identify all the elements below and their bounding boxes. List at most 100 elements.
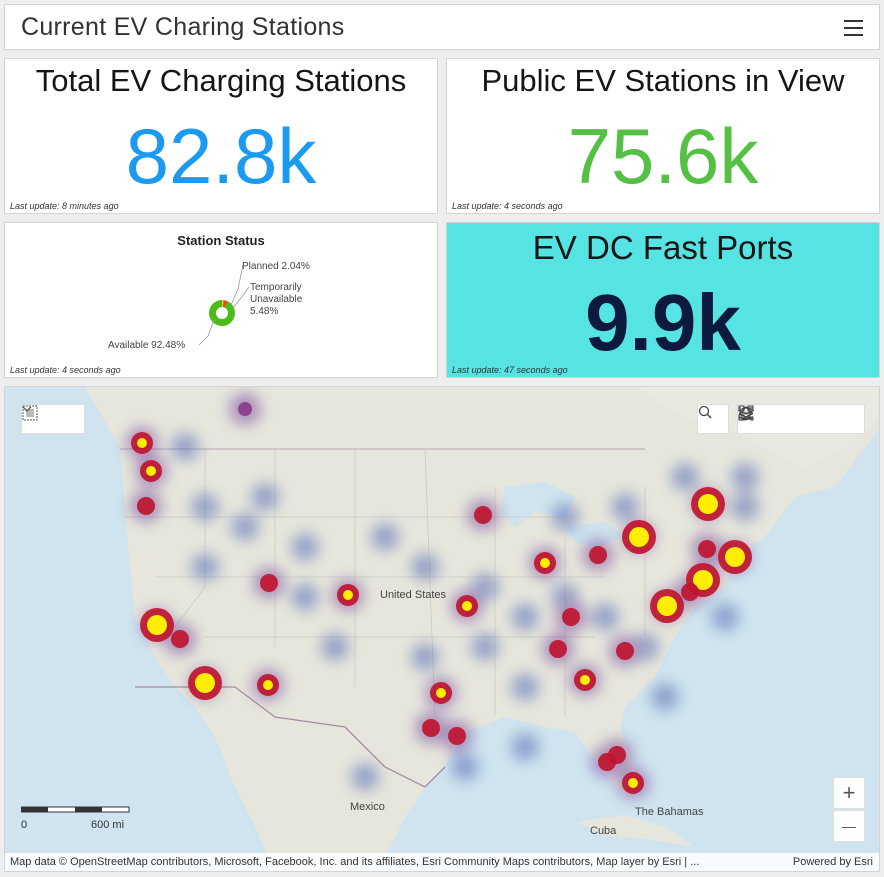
heat-hotspot	[474, 506, 492, 524]
dashboard-title: Current EV Charing Stations	[21, 12, 345, 41]
last-update-text: Last update: 4 seconds ago	[452, 201, 563, 211]
heat-haze	[551, 503, 579, 531]
scale-bar: 0 600 mi	[21, 805, 131, 835]
indicator-title: EV DC Fast Ports	[532, 229, 794, 266]
heat-core	[540, 558, 550, 568]
heat-hotspot	[260, 574, 278, 592]
zoom-out-button[interactable]: —	[833, 810, 865, 842]
slice-label-planned: Planned 2.04%	[242, 261, 310, 272]
label-bahamas: The Bahamas	[635, 806, 704, 818]
heat-haze	[591, 603, 619, 631]
heat-haze	[411, 553, 439, 581]
qr-code-icon[interactable]	[738, 405, 754, 421]
heat-core	[263, 680, 273, 690]
heat-haze	[411, 643, 439, 671]
menu-icon[interactable]	[844, 20, 863, 36]
heat-core	[462, 601, 472, 611]
heat-haze	[291, 533, 319, 561]
heat-core	[137, 438, 147, 448]
heat-haze	[371, 523, 399, 551]
total-stations-indicator: Total EV Charging Stations 82.8k Last up…	[4, 58, 438, 214]
dc-fast-ports-indicator: EV DC Fast Ports 9.9k Last update: 47 se…	[446, 222, 880, 378]
station-status-chart: Station Status Planned 2.04% Temporarily…	[4, 222, 438, 378]
heat-core	[629, 527, 649, 547]
map-attribution: Map data © OpenStreetMap contributors, M…	[5, 853, 879, 871]
heat-haze	[251, 483, 279, 511]
heat-hotspot	[137, 497, 155, 515]
slice-label-temp-2: Unavailable	[250, 294, 303, 305]
last-update-text: Last update: 47 seconds ago	[452, 365, 568, 375]
heat-core	[725, 547, 745, 567]
slice-label-temp-1: Temporarily	[250, 282, 302, 293]
heat-haze	[511, 673, 539, 701]
map-toolbar	[737, 404, 865, 434]
heat-haze	[731, 463, 759, 491]
heat-core	[657, 596, 677, 616]
label-cuba: Cuba	[590, 825, 617, 837]
heat-hotspot	[238, 402, 252, 416]
leader-line	[232, 286, 250, 309]
heat-core	[343, 590, 353, 600]
basemap-toggle[interactable]	[21, 404, 85, 434]
heat-hotspot	[422, 719, 440, 737]
scale-bar-graphic	[21, 806, 130, 813]
heat-haze	[231, 513, 259, 541]
heat-haze	[191, 493, 219, 521]
indicator-value: 82.8k	[125, 112, 317, 200]
indicator-value: 9.9k	[585, 278, 741, 367]
indicator-value: 75.6k	[567, 112, 759, 200]
zoom-in-button[interactable]: +	[833, 777, 865, 809]
indicator-title: Total EV Charging Stations	[35, 63, 407, 98]
heat-haze	[511, 733, 539, 761]
scale-label-start: 0	[21, 819, 28, 831]
heat-core	[436, 688, 446, 698]
leader-line	[198, 319, 215, 346]
heat-hotspot	[562, 608, 580, 626]
heat-haze	[351, 763, 379, 791]
search-button[interactable]	[697, 404, 729, 434]
heat-haze	[671, 463, 699, 491]
heat-core	[580, 675, 590, 685]
heat-hotspot	[598, 753, 616, 771]
heat-haze	[471, 633, 499, 661]
heat-haze	[321, 633, 349, 661]
heat-hotspot	[589, 546, 607, 564]
heat-core	[146, 466, 156, 476]
label-united-states: United States	[380, 589, 447, 601]
heat-hotspot	[171, 630, 189, 648]
heat-haze	[651, 683, 679, 711]
heat-core	[628, 778, 638, 788]
heat-haze	[611, 493, 639, 521]
heat-haze	[511, 603, 539, 631]
heat-hotspot	[616, 642, 634, 660]
heat-core	[147, 615, 167, 635]
heat-hotspot	[448, 727, 466, 745]
slice-label-available: Available 92.48%	[108, 340, 185, 351]
heat-hotspot	[698, 540, 716, 558]
powered-by-esri[interactable]: Powered by Esri	[793, 856, 873, 868]
heat-core	[698, 494, 718, 514]
heat-haze	[451, 753, 479, 781]
public-stations-indicator: Public EV Stations in View 75.6k Last up…	[446, 58, 880, 214]
search-icon	[698, 405, 712, 419]
heat-haze	[711, 603, 739, 631]
dashboard-header: Current EV Charing Stations	[4, 4, 880, 50]
attribution-text: Map data © OpenStreetMap contributors, M…	[10, 856, 700, 868]
heat-haze	[191, 553, 219, 581]
scale-label-end: 600 mi	[91, 819, 125, 831]
heat-hotspot	[681, 583, 699, 601]
indicator-title: Public EV Stations in View	[481, 63, 845, 98]
last-update-text: Last update: 8 minutes ago	[10, 201, 119, 211]
slice-label-temp-3: 5.48%	[250, 306, 278, 317]
heatmap-svg[interactable]	[5, 387, 880, 872]
last-update-text: Last update: 4 seconds ago	[10, 365, 121, 375]
heat-haze	[731, 493, 759, 521]
pie-chart-svg: Planned 2.04% Temporarily Unavailable 5.…	[108, 261, 310, 351]
chevron-down-icon	[22, 406, 32, 412]
label-mexico: Mexico	[350, 801, 385, 813]
heat-haze	[291, 583, 319, 611]
heat-hotspot	[549, 640, 567, 658]
map-view[interactable]: United States Mexico The Bahamas Cuba + …	[4, 386, 880, 872]
heat-haze	[171, 433, 199, 461]
heat-core	[195, 673, 215, 693]
